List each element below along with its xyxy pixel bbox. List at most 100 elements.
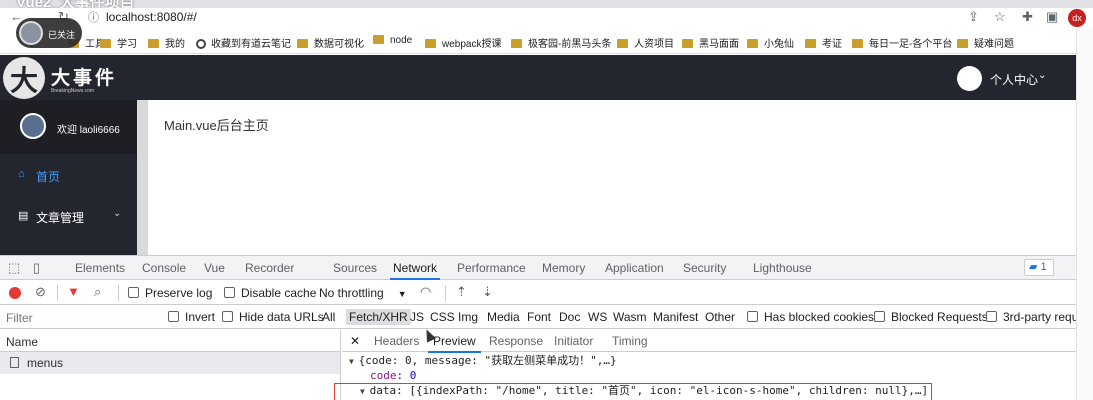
devtools-panel: ⬚ ▯ Elements Console Vue Recorder Source… bbox=[0, 255, 1076, 400]
share-icon[interactable]: ⇪ bbox=[968, 9, 979, 25]
highlight-box bbox=[334, 383, 932, 400]
upload-icon[interactable]: ⇡ bbox=[456, 284, 467, 300]
column-header-name[interactable]: Name bbox=[0, 330, 340, 352]
third-party-checkbox[interactable]: 3rd-party reque bbox=[986, 310, 1076, 324]
folder-icon bbox=[148, 39, 159, 48]
tab-network[interactable]: Network bbox=[389, 261, 441, 280]
folder-icon bbox=[852, 39, 863, 48]
bookmark-item[interactable]: 收藏到有道云笔记 bbox=[196, 35, 291, 50]
bookmark-item[interactable]: 极客园-前黑马头条 bbox=[511, 35, 611, 50]
url-field[interactable]: localhost:8080/#/ bbox=[106, 10, 197, 24]
network-toolbar: ⊘ ▼ ⌕ Preserve log Disable cache No thro… bbox=[0, 281, 1076, 305]
folder-icon bbox=[297, 39, 308, 48]
tab-application[interactable]: Application bbox=[605, 261, 664, 275]
bookmark-item[interactable]: 黑马面面 bbox=[682, 35, 739, 50]
folder-icon bbox=[425, 39, 436, 48]
follow-badge[interactable]: 已关注 bbox=[16, 18, 82, 48]
request-row[interactable]: menus bbox=[0, 352, 340, 374]
tab-response[interactable]: Response bbox=[489, 334, 543, 348]
user-center-menu[interactable]: 个人中心 bbox=[990, 71, 1038, 88]
tab-vue[interactable]: Vue bbox=[204, 261, 225, 275]
filter-type-wasm[interactable]: Wasm bbox=[613, 310, 647, 324]
download-icon[interactable]: ⇣ bbox=[482, 284, 493, 300]
preview-tree: ▼ {code: 0, message: "获取左侧菜单成功！",…} code… bbox=[334, 353, 1076, 400]
tab-recorder[interactable]: Recorder bbox=[245, 261, 294, 275]
profile-avatar[interactable]: dx bbox=[1068, 9, 1086, 27]
throttling-select[interactable]: No throttling ▼ bbox=[319, 286, 407, 300]
tab-initiator[interactable]: Initiator bbox=[554, 334, 593, 348]
devtools-tabbar: ⬚ ▯ Elements Console Vue Recorder Source… bbox=[0, 256, 1076, 280]
sidebar-item-home[interactable]: ⌂ 首页 bbox=[0, 156, 137, 196]
filter-type-manifest[interactable]: Manifest bbox=[653, 310, 698, 324]
filter-icon[interactable]: ▼ bbox=[67, 284, 80, 299]
scroll-bar[interactable] bbox=[137, 100, 148, 255]
filter-type-font[interactable]: Font bbox=[527, 310, 551, 324]
bookmark-item[interactable]: 数据可视化 bbox=[297, 35, 364, 50]
filter-type-js[interactable]: JS bbox=[410, 310, 424, 324]
bookmark-item[interactable]: 小兔仙 bbox=[747, 35, 794, 50]
tree-node-code: code: 0 bbox=[370, 369, 417, 382]
wifi-icon[interactable]: ◠ bbox=[420, 284, 431, 300]
folder-icon bbox=[373, 35, 384, 44]
tab-lighthouse[interactable]: Lighthouse bbox=[753, 261, 812, 275]
extensions-icon[interactable]: ✚ bbox=[1022, 9, 1033, 25]
logo-icon: 大 bbox=[3, 57, 45, 99]
tab-headers[interactable]: Headers bbox=[374, 334, 419, 348]
clear-icon[interactable]: ⊘ bbox=[35, 284, 46, 300]
logo-text: 大事件 bbox=[51, 68, 118, 89]
bookmark-item[interactable]: node bbox=[373, 35, 412, 46]
info-icon[interactable]: ⓘ bbox=[88, 9, 99, 25]
filter-type-doc[interactable]: Doc bbox=[559, 310, 580, 324]
screen: Vue2_大事件项目 ← ↻ ⓘ localhost:8080/#/ ⇪ ☆ ✚… bbox=[0, 0, 1093, 400]
bookmark-item[interactable]: 疑难问题 bbox=[957, 35, 1014, 50]
bookmark-item[interactable]: 每日一足-各个平台 bbox=[852, 35, 952, 50]
search-icon[interactable]: ⌕ bbox=[94, 284, 101, 300]
tab-preview[interactable]: Preview bbox=[428, 334, 481, 353]
filter-type-other[interactable]: Other bbox=[705, 310, 735, 324]
browser-titlebar: Vue2_大事件项目 bbox=[0, 0, 1093, 8]
sidebar: 欢迎 laoli6666 ⌂ 首页 ▤ 文章管理 ⌄ bbox=[0, 100, 137, 255]
hide-data-urls-checkbox[interactable]: Hide data URLs bbox=[222, 310, 324, 324]
bookmark-item[interactable]: 我的 bbox=[148, 35, 185, 50]
tree-root[interactable]: ▼ {code: 0, message: "获取左侧菜单成功！",…} bbox=[342, 353, 1076, 368]
filter-type-fetch-xhr[interactable]: Fetch/XHR bbox=[346, 309, 411, 325]
tab-memory[interactable]: Memory bbox=[542, 261, 585, 275]
welcome-text: 欢迎 laoli6666 bbox=[57, 125, 120, 136]
bookmark-star-icon[interactable]: ☆ bbox=[994, 9, 1006, 25]
bookmark-item[interactable]: 人资项目 bbox=[617, 35, 674, 50]
messages-badge[interactable]: ▰ 1 bbox=[1024, 259, 1054, 276]
request-detail: ✕ Headers Preview Response Initiator Tim… bbox=[334, 330, 1076, 400]
filter-type-css[interactable]: CSS bbox=[430, 310, 455, 324]
bookmark-item[interactable]: webpack授课 bbox=[425, 35, 501, 50]
invert-checkbox[interactable]: Invert bbox=[168, 310, 215, 324]
filter-type-all[interactable]: All bbox=[322, 310, 335, 324]
close-icon[interactable]: ✕ bbox=[350, 334, 360, 348]
chevron-down-icon: ⌄ bbox=[113, 208, 122, 219]
preserve-log-checkbox[interactable]: Preserve log bbox=[128, 286, 212, 300]
device-toggle-icon[interactable]: ▯ bbox=[33, 260, 40, 276]
record-icon[interactable] bbox=[9, 287, 21, 299]
disable-cache-checkbox[interactable]: Disable cache bbox=[224, 286, 316, 300]
sidepanel-icon[interactable]: ▣ bbox=[1046, 9, 1058, 25]
filter-input[interactable] bbox=[2, 309, 157, 327]
blocked-requests-checkbox[interactable]: Blocked Requests bbox=[874, 310, 988, 324]
tab-sources[interactable]: Sources bbox=[333, 261, 377, 275]
chevron-down-icon[interactable]: ⌄ bbox=[1038, 70, 1046, 81]
tab-timing[interactable]: Timing bbox=[612, 334, 648, 348]
filter-type-img[interactable]: Img bbox=[458, 310, 478, 324]
file-icon bbox=[10, 357, 19, 368]
user-avatar[interactable] bbox=[957, 66, 982, 91]
sidebar-item-articles[interactable]: ▤ 文章管理 ⌄ bbox=[0, 197, 137, 237]
folder-icon bbox=[682, 39, 693, 48]
inspect-icon[interactable]: ⬚ bbox=[8, 260, 20, 276]
filter-type-ws[interactable]: WS bbox=[588, 310, 607, 324]
home-icon: ⌂ bbox=[18, 168, 25, 180]
bookmark-item[interactable]: 学习 bbox=[100, 35, 137, 50]
filter-type-media[interactable]: Media bbox=[487, 310, 520, 324]
bookmark-item[interactable]: 考证 bbox=[805, 35, 842, 50]
tab-elements[interactable]: Elements bbox=[75, 261, 125, 275]
tab-security[interactable]: Security bbox=[683, 261, 726, 275]
blocked-cookies-checkbox[interactable]: Has blocked cookies bbox=[747, 310, 874, 324]
tab-performance[interactable]: Performance bbox=[457, 261, 526, 275]
tab-console[interactable]: Console bbox=[142, 261, 186, 275]
